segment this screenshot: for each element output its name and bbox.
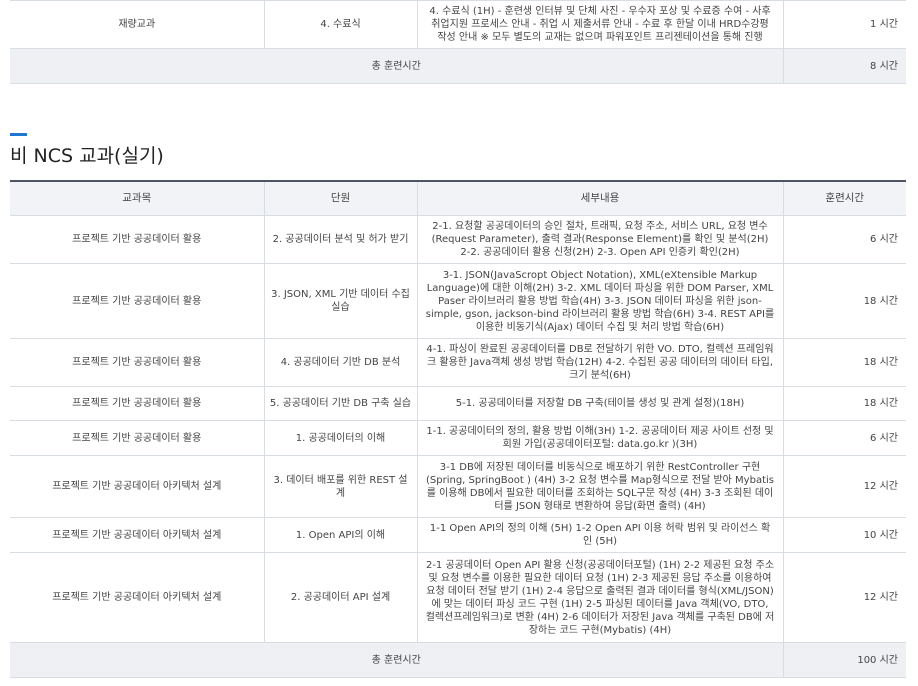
header-detail: 세부내용 — [417, 181, 784, 216]
table-header-row: 교과목 단원 세부내용 훈련시간 — [10, 181, 906, 216]
table-row: 프로젝트 기반 공공데이터 활용 3. JSON, XML 기반 데이터 수집 … — [10, 263, 906, 339]
table-row: 재량교과 4. 수료식 4. 수료식 (1H) - 훈련생 인터뷰 및 단체 사… — [10, 0, 906, 49]
course-table: 교과목 단원 세부내용 훈련시간 프로젝트 기반 공공데이터 활용 2. 공공데… — [10, 180, 906, 678]
hours-cell: 18 시간 — [783, 338, 906, 387]
table-row: 프로젝트 기반 공공데이터 아키텍처 설계 2. 공공데이터 API 설계 2-… — [10, 552, 906, 643]
hours-cell: 6 시간 — [783, 215, 906, 264]
unit-cell: 1. Open API의 이해 — [264, 517, 418, 553]
total-hours: 100 시간 — [783, 642, 906, 678]
total-hours: 8 시간 — [783, 48, 906, 84]
total-row: 총 훈련시간 8 시간 — [10, 48, 906, 84]
detail-cell: 2-1 공공데이터 Open API 활용 신청(공공데이터포털) (1H) 2… — [417, 552, 784, 643]
detail-cell: 3-1 DB에 저장된 데이터를 비동식으로 배포하기 위한 RestContr… — [417, 455, 784, 518]
header-subject: 교과목 — [10, 181, 265, 216]
unit-cell: 5. 공공데이터 기반 DB 구축 실습 — [264, 386, 418, 421]
detail-cell: 1-1 Open API의 정의 이해 (5H) 1-2 Open API 이용… — [417, 517, 784, 553]
unit-cell: 4. 공공데이터 기반 DB 분석 — [264, 338, 418, 387]
detail-cell: 3-1. JSON(JavaScropt Object Notation), X… — [417, 263, 784, 339]
subject-cell: 프로젝트 기반 공공데이터 아키텍처 설계 — [10, 517, 265, 553]
hours-cell: 18 시간 — [783, 263, 906, 339]
subject-cell: 프로젝트 기반 공공데이터 활용 — [10, 263, 265, 339]
table-row: 프로젝트 기반 공공데이터 활용 5. 공공데이터 기반 DB 구축 실습 5-… — [10, 386, 906, 421]
previous-course-table: 재량교과 4. 수료식 4. 수료식 (1H) - 훈련생 인터뷰 및 단체 사… — [10, 0, 906, 84]
subject-cell: 프로젝트 기반 공공데이터 활용 — [10, 338, 265, 387]
section-title: 비 NCS 교과(실기) — [10, 145, 164, 167]
hours-cell: 12 시간 — [783, 455, 906, 518]
detail-cell: 1-1. 공공데이터의 정의, 활용 방법 이해(3H) 1-2. 공공데이터 … — [417, 420, 784, 456]
hours-cell: 12 시간 — [783, 552, 906, 643]
header-unit: 단원 — [264, 181, 418, 216]
table-row: 프로젝트 기반 공공데이터 활용 2. 공공데이터 분석 및 허가 받기 2-1… — [10, 215, 906, 264]
total-label: 총 훈련시간 — [10, 48, 784, 84]
table-row: 프로젝트 기반 공공데이터 아키텍처 설계 1. Open API의 이해 1-… — [10, 517, 906, 553]
unit-cell: 2. 공공데이터 분석 및 허가 받기 — [264, 215, 418, 264]
subject-cell: 재량교과 — [10, 0, 265, 49]
subject-cell: 프로젝트 기반 공공데이터 활용 — [10, 420, 265, 456]
detail-cell: 4-1. 파싱이 완료된 공공데이터를 DB로 전달하기 위한 VO. DTO,… — [417, 338, 784, 387]
table-row: 프로젝트 기반 공공데이터 활용 1. 공공데이터의 이해 1-1. 공공데이터… — [10, 420, 906, 456]
total-label: 총 훈련시간 — [10, 642, 784, 678]
table-row: 프로젝트 기반 공공데이터 활용 4. 공공데이터 기반 DB 분석 4-1. … — [10, 338, 906, 387]
unit-cell: 1. 공공데이터의 이해 — [264, 420, 418, 456]
detail-cell: 2-1. 요청할 공공데이터의 승인 절차, 트래픽, 요청 주소, 서비스 U… — [417, 215, 784, 264]
unit-cell: 4. 수료식 — [264, 0, 418, 49]
unit-cell: 2. 공공데이터 API 설계 — [264, 552, 418, 643]
total-row: 총 훈련시간 100 시간 — [10, 642, 906, 678]
unit-cell: 3. 데이터 배포를 위한 REST 설계 — [264, 455, 418, 518]
subject-cell: 프로젝트 기반 공공데이터 아키텍처 설계 — [10, 455, 265, 518]
subject-cell: 프로젝트 기반 공공데이터 활용 — [10, 215, 265, 264]
hours-cell: 10 시간 — [783, 517, 906, 553]
subject-cell: 프로젝트 기반 공공데이터 아키텍처 설계 — [10, 552, 265, 643]
detail-cell: 4. 수료식 (1H) - 훈련생 인터뷰 및 단체 사진 - 우수자 포상 및… — [417, 0, 784, 49]
header-hours: 훈련시간 — [783, 181, 906, 216]
hours-cell: 6 시간 — [783, 420, 906, 456]
hours-cell: 18 시간 — [783, 386, 906, 421]
subject-cell: 프로젝트 기반 공공데이터 활용 — [10, 386, 265, 421]
unit-cell: 3. JSON, XML 기반 데이터 수집 실습 — [264, 263, 418, 339]
table-row: 프로젝트 기반 공공데이터 아키텍처 설계 3. 데이터 배포를 위한 REST… — [10, 455, 906, 518]
section-accent-bar — [10, 133, 27, 136]
hours-cell: 1 시간 — [783, 0, 906, 49]
detail-cell: 5-1. 공공데이터를 저장할 DB 구축(테이블 생성 및 관계 설정)(18… — [417, 386, 784, 421]
